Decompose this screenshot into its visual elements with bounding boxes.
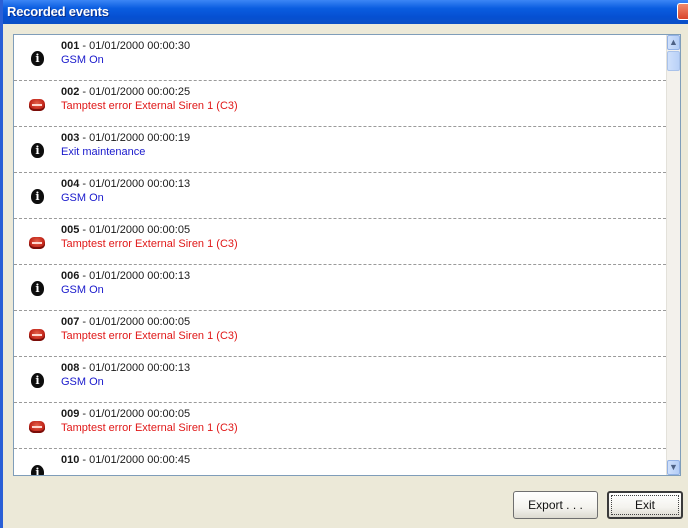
error-icon (29, 237, 45, 249)
event-number: 003 (61, 132, 80, 144)
event-header: 003 - 01/01/2000 00:00:19 (61, 132, 190, 144)
event-separator: - (79, 86, 90, 98)
scroll-up-button[interactable]: ▲ (667, 35, 680, 50)
info-icon: i (31, 373, 44, 388)
event-separator: - (79, 132, 90, 144)
event-separator: - (79, 40, 90, 52)
event-message: GSM On (61, 54, 104, 66)
error-icon (29, 421, 45, 433)
event-timestamp: 01/01/2000 00:00:25 (89, 86, 191, 98)
info-icon: i (31, 51, 44, 66)
event-message: GSM On (61, 284, 104, 296)
events-list[interactable]: i 001 - 01/01/2000 00:00:30 GSM On 002 - 01… (13, 34, 681, 476)
event-number: 002 (61, 86, 80, 98)
event-separator: - (79, 178, 90, 190)
event-header: 008 - 01/01/2000 00:00:13 (61, 362, 190, 374)
event-timestamp: 01/01/2000 00:00:13 (89, 270, 191, 282)
event-row[interactable]: 005 - 01/01/2000 00:00:05 Tamptest error … (14, 219, 666, 265)
event-timestamp: 01/01/2000 00:00:05 (89, 224, 191, 236)
event-timestamp: 01/01/2000 00:00:30 (89, 40, 191, 52)
info-icon: i (31, 465, 44, 475)
event-number: 006 (61, 270, 80, 282)
event-message: GSM On (61, 192, 104, 204)
event-row[interactable]: i 003 - 01/01/2000 00:00:19 Exit maintenan… (14, 127, 666, 173)
error-icon (29, 329, 45, 341)
window-title: Recorded events (7, 4, 109, 19)
event-timestamp: 01/01/2000 00:00:05 (89, 408, 191, 420)
event-header: 005 - 01/01/2000 00:00:05 (61, 224, 190, 236)
event-number: 010 (61, 454, 80, 466)
event-separator: - (79, 270, 90, 282)
event-timestamp: 01/01/2000 00:00:13 (89, 362, 191, 374)
event-header: 009 - 01/01/2000 00:00:05 (61, 408, 190, 420)
event-header: 002 - 01/01/2000 00:00:25 (61, 86, 190, 98)
event-separator: - (79, 362, 90, 374)
event-message: Exit maintenance (61, 146, 146, 158)
event-row[interactable]: 007 - 01/01/2000 00:00:05 Tamptest error … (14, 311, 666, 357)
error-icon (29, 99, 45, 111)
export-button[interactable]: Export . . . (513, 491, 598, 519)
event-header: 006 - 01/01/2000 00:00:13 (61, 270, 190, 282)
event-header: 004 - 01/01/2000 00:00:13 (61, 178, 190, 190)
event-timestamp: 01/01/2000 00:00:05 (89, 316, 191, 328)
event-number: 004 (61, 178, 80, 190)
event-message: Tamptest error External Siren 1 (C3) (61, 422, 238, 434)
info-icon: i (31, 281, 44, 296)
event-separator: - (79, 316, 90, 328)
scroll-down-button[interactable]: ▼ (667, 460, 680, 475)
event-message: Tamptest error External Siren 1 (C3) (61, 330, 238, 342)
events-rows: i 001 - 01/01/2000 00:00:30 GSM On 002 - 01… (14, 35, 666, 475)
event-separator: - (79, 454, 90, 466)
scroll-thumb[interactable] (667, 51, 680, 71)
event-separator: - (79, 408, 90, 420)
event-header: 001 - 01/01/2000 00:00:30 (61, 40, 190, 52)
event-row[interactable]: 009 - 01/01/2000 00:00:05 Tamptest error … (14, 403, 666, 449)
event-number: 001 (61, 40, 80, 52)
event-timestamp: 01/01/2000 00:00:19 (89, 132, 191, 144)
event-row[interactable]: i 001 - 01/01/2000 00:00:30 GSM On (14, 35, 666, 81)
event-row[interactable]: i 010 - 01/01/2000 00:00:45 (14, 449, 666, 475)
exit-button[interactable]: Exit (607, 491, 683, 519)
title-bar[interactable]: Recorded events (3, 0, 688, 24)
event-row[interactable]: 002 - 01/01/2000 00:00:25 Tamptest error … (14, 81, 666, 127)
event-number: 008 (61, 362, 80, 374)
event-row[interactable]: i 008 - 01/01/2000 00:00:13 GSM On (14, 357, 666, 403)
info-icon: i (31, 143, 44, 158)
focus-ring (611, 495, 679, 515)
event-timestamp: 01/01/2000 00:00:45 (89, 454, 191, 466)
close-button[interactable] (677, 3, 688, 20)
event-number: 009 (61, 408, 80, 420)
info-icon: i (31, 189, 44, 204)
event-header: 010 - 01/01/2000 00:00:45 (61, 454, 190, 466)
vertical-scrollbar[interactable]: ▲ ▼ (666, 35, 680, 475)
event-row[interactable]: i 004 - 01/01/2000 00:00:13 GSM On (14, 173, 666, 219)
event-number: 007 (61, 316, 80, 328)
event-message: Tamptest error External Siren 1 (C3) (61, 100, 238, 112)
event-header: 007 - 01/01/2000 00:00:05 (61, 316, 190, 328)
recorded-events-window: Recorded events i 001 - 01/01/2000 00:00:… (0, 0, 688, 528)
event-row[interactable]: i 006 - 01/01/2000 00:00:13 GSM On (14, 265, 666, 311)
event-message: Tamptest error External Siren 1 (C3) (61, 238, 238, 250)
event-separator: - (79, 224, 90, 236)
event-message: GSM On (61, 376, 104, 388)
event-number: 005 (61, 224, 80, 236)
event-timestamp: 01/01/2000 00:00:13 (89, 178, 191, 190)
